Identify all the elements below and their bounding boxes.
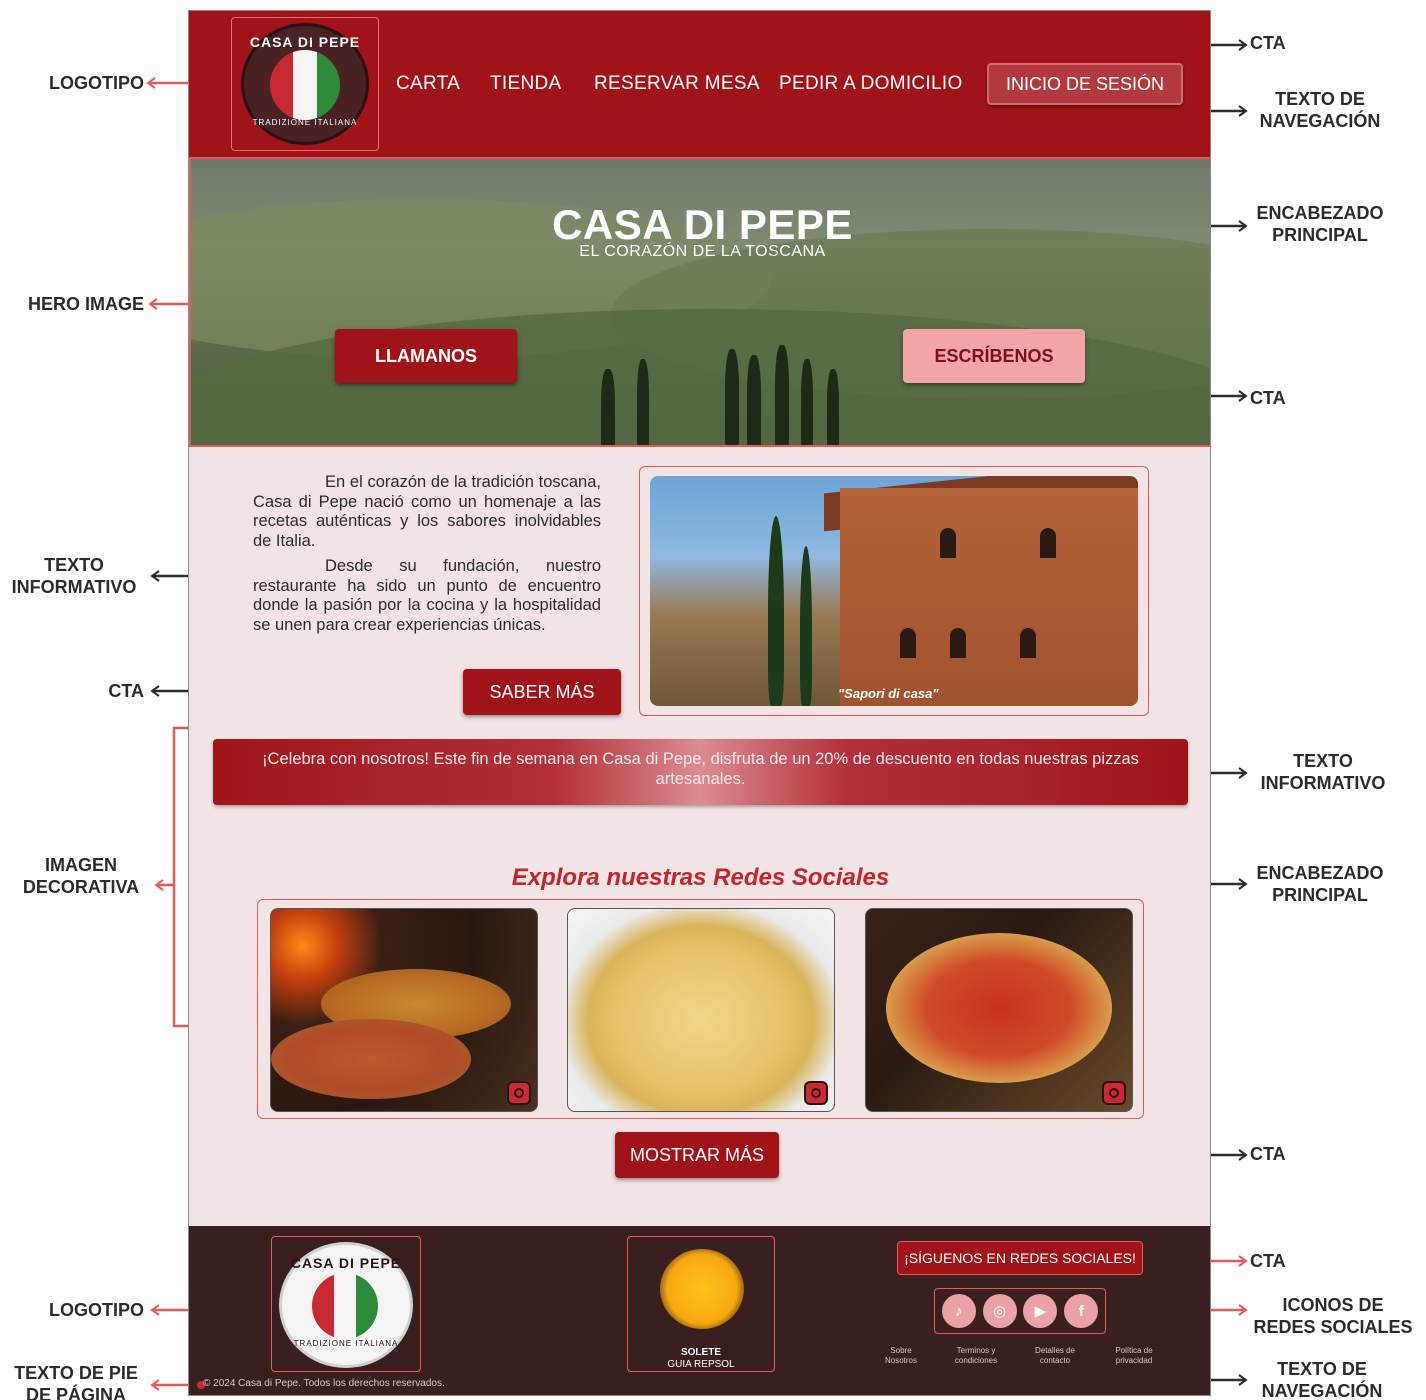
show-more-button[interactable]: MOSTRAR MÁS: [615, 1132, 779, 1178]
annotation-texto-informativo-left: TEXTO INFORMATIVO: [11, 555, 137, 597]
solete-text: SOLETE GUIA REPSOL: [667, 1347, 735, 1370]
hero-title: CASA DI PEPE: [552, 201, 853, 248]
cypress-tree: [601, 369, 615, 445]
footer-link-contact[interactable]: Detalles de contacto: [1027, 1346, 1083, 1366]
youtube-icon[interactable]: ▶: [1023, 1294, 1058, 1328]
annotation-logotipo-top: LOGOTIPO: [48, 73, 144, 93]
annotation-hero-image: HERO IMAGE: [27, 294, 144, 314]
gallery-item-pizza[interactable]: [865, 908, 1133, 1112]
nav-tienda[interactable]: TIENDA: [490, 73, 561, 95]
gallery-item-pasta[interactable]: [567, 908, 835, 1112]
annotation-texto-informativo-right: TEXTO INFORMATIVO: [1260, 751, 1386, 793]
annotation-cta-siguenos: CTA: [1250, 1251, 1286, 1271]
hero-subtitle: EL CORAZÓN DE LA TOSCANA: [579, 243, 826, 260]
annotation-cta-login: CTA: [1250, 33, 1286, 53]
social-gallery: [257, 899, 1144, 1119]
nav-carta[interactable]: CARTA: [396, 73, 460, 95]
footer-logo-tagline: TRADIZIONE ITALIANA: [293, 1339, 399, 1348]
logo-text: CASA DI PEPE: [249, 34, 361, 50]
window-shape: [1020, 628, 1036, 658]
annotation-cta-saber: CTA: [108, 681, 144, 701]
nav-pedir-domicilio[interactable]: PEDIR A DOMICILIO: [779, 73, 963, 95]
cypress-tree: [775, 345, 789, 445]
cypress-tree: [827, 369, 839, 445]
write-button[interactable]: ESCRÍBENOS: [903, 329, 1085, 383]
annotation-texto-navegacion-footer: TEXTO DE NAVEGACIÓN: [1261, 1359, 1383, 1400]
restaurant-photo: "Sapori di casa": [650, 476, 1138, 706]
annotation-texto-navegacion-top: TEXTO DE NAVEGACIÓN: [1259, 89, 1381, 131]
annotation-encabezado-hero: ENCABEZADO PRINCIPAL: [1256, 203, 1384, 245]
window-shape: [900, 628, 916, 658]
about-paragraph-2: Desde su fundación, nuestro restaurante …: [253, 557, 601, 634]
login-button[interactable]: INICIO DE SESIÓN: [987, 63, 1183, 105]
pizza-shape: [886, 933, 1112, 1083]
window-shape: [1040, 528, 1056, 558]
annotation-imagen-decorativa: IMAGEN DECORATIVA: [22, 855, 140, 897]
follow-us-button[interactable]: ¡SÍGUENOS EN REDES SOCIALES!: [897, 1241, 1143, 1275]
website-mockup: CASA DI PEPE TRADIZIONE ITALIANA CARTA T…: [188, 10, 1211, 1396]
learn-more-button[interactable]: SABER MÁS: [463, 669, 621, 715]
annotation-texto-pie: TEXTO DE PIE DE PÁGINA: [14, 1363, 138, 1400]
sun-icon: [660, 1249, 744, 1329]
about-paragraph-1: En el corazón de la tradición toscana, C…: [253, 473, 601, 550]
footer-link-privacy[interactable]: Política de privacidad: [1106, 1346, 1162, 1366]
cypress-tree: [747, 355, 761, 445]
solete-badge: SOLETE GUIA REPSOL: [627, 1236, 775, 1372]
site-footer: CASA DI PEPE TRADIZIONE ITALIANA SOLETE G…: [189, 1226, 1210, 1395]
photo-caption: "Sapori di casa": [838, 686, 939, 701]
footer-logo[interactable]: CASA DI PEPE TRADIZIONE ITALIANA: [279, 1242, 413, 1368]
call-button[interactable]: LLAMANOS: [335, 329, 517, 383]
facebook-icon[interactable]: f: [1064, 1294, 1099, 1328]
cypress-tree: [800, 546, 812, 706]
annotation-cta-mostrar: CTA: [1250, 1144, 1286, 1164]
nav-reservar-mesa[interactable]: RESERVAR MESA: [594, 73, 760, 95]
social-title: Explora nuestras Redes Sociales: [511, 864, 890, 891]
footer-link-about[interactable]: Sobre Nosotros: [873, 1346, 929, 1366]
farmhouse-shape: [840, 488, 1138, 706]
instagram-icon[interactable]: [804, 1081, 828, 1105]
cypress-tree: [768, 516, 784, 706]
about-text: En el corazón de la tradición toscana, C…: [253, 473, 601, 641]
footer-logo-text: CASA DI PEPE: [290, 1255, 402, 1271]
window-shape: [950, 628, 966, 658]
promo-banner: ¡Celebra con nosotros! Este fin de seman…: [213, 739, 1188, 805]
cypress-tree: [801, 359, 813, 445]
window-shape: [940, 528, 956, 558]
instagram-icon[interactable]: ◎: [982, 1294, 1017, 1328]
cypress-tree: [725, 349, 739, 445]
site-header: CASA DI PEPE TRADIZIONE ITALIANA CARTA T…: [189, 11, 1210, 157]
annotation-cta-hero: CTA: [1250, 388, 1286, 408]
annotation-iconos-redes: ICONOS DE REDES SOCIALES: [1253, 1295, 1413, 1337]
annotation-encabezado-social: ENCABEZADO PRINCIPAL: [1256, 863, 1384, 905]
social-icons: ♪ ◎ ▶ f: [934, 1288, 1106, 1334]
italian-flag-icon: [270, 50, 340, 120]
copyright-text: © 2024 Casa di Pepe. Todos los derechos …: [203, 1378, 445, 1389]
instagram-icon[interactable]: [507, 1081, 531, 1105]
logo[interactable]: CASA DI PEPE TRADIZIONE ITALIANA: [241, 23, 369, 145]
logo-tagline: TRADIZIONE ITALIANA: [252, 118, 358, 127]
gallery-item-pizzas[interactable]: [270, 908, 538, 1112]
pizza-shape: [271, 1019, 471, 1099]
footer-link-terms[interactable]: Terminos y condiciones: [948, 1346, 1004, 1366]
tiktok-icon[interactable]: ♪: [941, 1294, 976, 1328]
italian-flag-icon: [312, 1273, 378, 1339]
hero-image: CASA DI PEPE EL CORAZÓN DE LA TOSCANA LL…: [189, 157, 1210, 447]
annotation-logotipo-footer: LOGOTIPO: [48, 1300, 144, 1320]
cypress-tree: [637, 359, 649, 445]
photo-frame: "Sapori di casa": [639, 466, 1149, 716]
instagram-icon[interactable]: [1102, 1081, 1126, 1105]
